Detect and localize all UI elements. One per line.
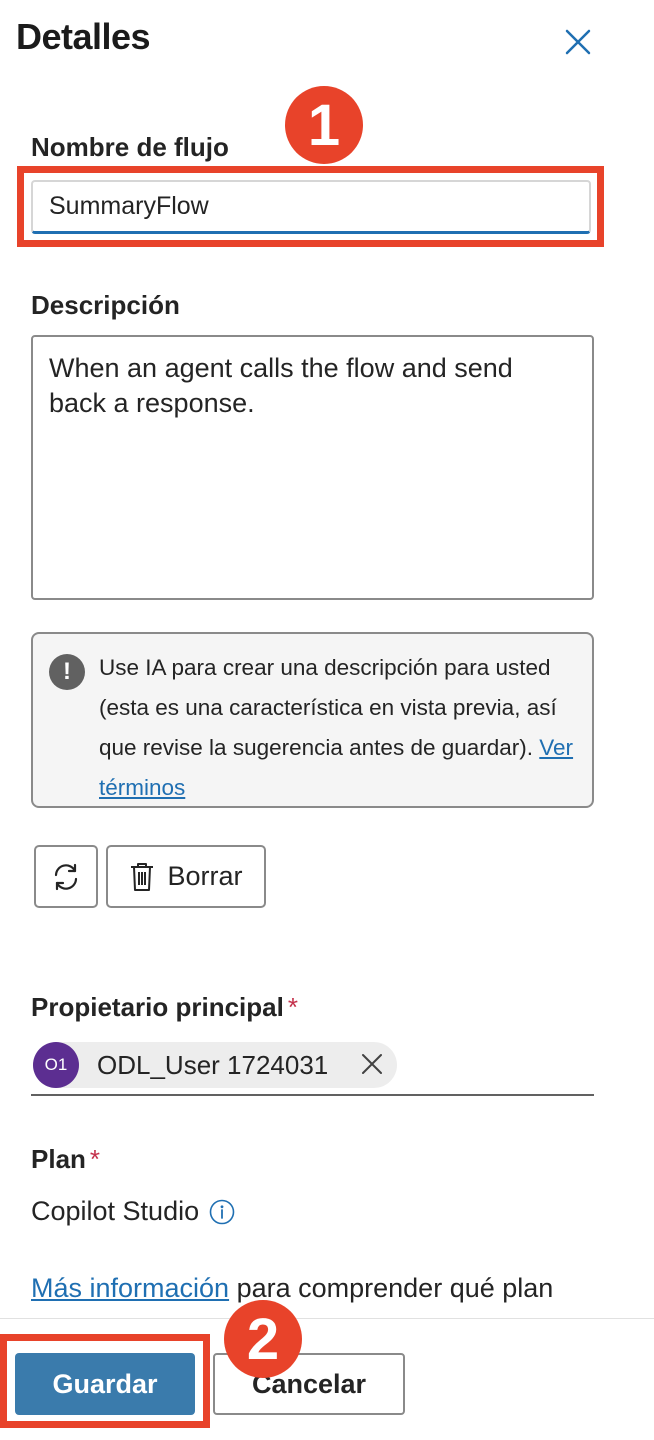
plan-value: Copilot Studio <box>31 1196 235 1227</box>
more-info-suffix: para comprender qué plan <box>229 1273 554 1303</box>
info-icon[interactable] <box>209 1199 235 1225</box>
warning-icon: ! <box>49 654 85 690</box>
owner-label: Propietario principal * <box>31 992 298 1023</box>
footer: Guardar Cancelar <box>0 1318 654 1440</box>
refresh-icon <box>54 863 78 890</box>
close-icon <box>565 29 591 55</box>
remove-icon <box>362 1054 382 1074</box>
description-textarea[interactable]: When an agent calls the flow and send ba… <box>31 335 594 600</box>
flow-name-input[interactable] <box>31 180 591 234</box>
plan-value-text: Copilot Studio <box>31 1196 200 1226</box>
owner-chip: O1 ODL_User 1724031 <box>33 1042 397 1088</box>
plan-label: Plan * <box>31 1144 100 1175</box>
clear-button-label: Borrar <box>167 861 243 891</box>
details-panel: Detalles Nombre de flujo Descripción Whe… <box>0 0 654 1440</box>
close-button[interactable] <box>556 20 600 64</box>
regenerate-button[interactable] <box>34 845 98 908</box>
flow-name-label: Nombre de flujo <box>31 132 229 162</box>
owner-picker[interactable]: O1 ODL_User 1724031 <box>31 1040 594 1096</box>
annotation-badge-2: 2 <box>224 1300 302 1378</box>
more-info-link[interactable]: Más información <box>31 1273 229 1303</box>
ai-notice-text: Use IA para crear una descripción para u… <box>99 655 557 760</box>
plan-label-text: Plan <box>31 1144 86 1174</box>
ai-notice: ! Use IA para crear una descripción para… <box>31 632 594 808</box>
panel-title: Detalles <box>16 16 151 57</box>
required-marker: * <box>89 1144 101 1174</box>
more-info-text: Más información para comprender qué plan <box>31 1273 553 1304</box>
required-marker: * <box>287 992 298 1022</box>
description-label: Descripción <box>31 290 180 320</box>
owner-label-text: Propietario principal <box>31 992 284 1022</box>
trash-icon <box>131 862 154 891</box>
save-button[interactable]: Guardar <box>15 1353 195 1415</box>
owner-chip-name: ODL_User 1724031 <box>97 1049 329 1080</box>
avatar: O1 <box>33 1042 79 1088</box>
annotation-badge-1: 1 <box>285 86 363 164</box>
remove-owner-button[interactable] <box>357 1049 387 1079</box>
clear-button[interactable]: Borrar <box>106 845 266 908</box>
